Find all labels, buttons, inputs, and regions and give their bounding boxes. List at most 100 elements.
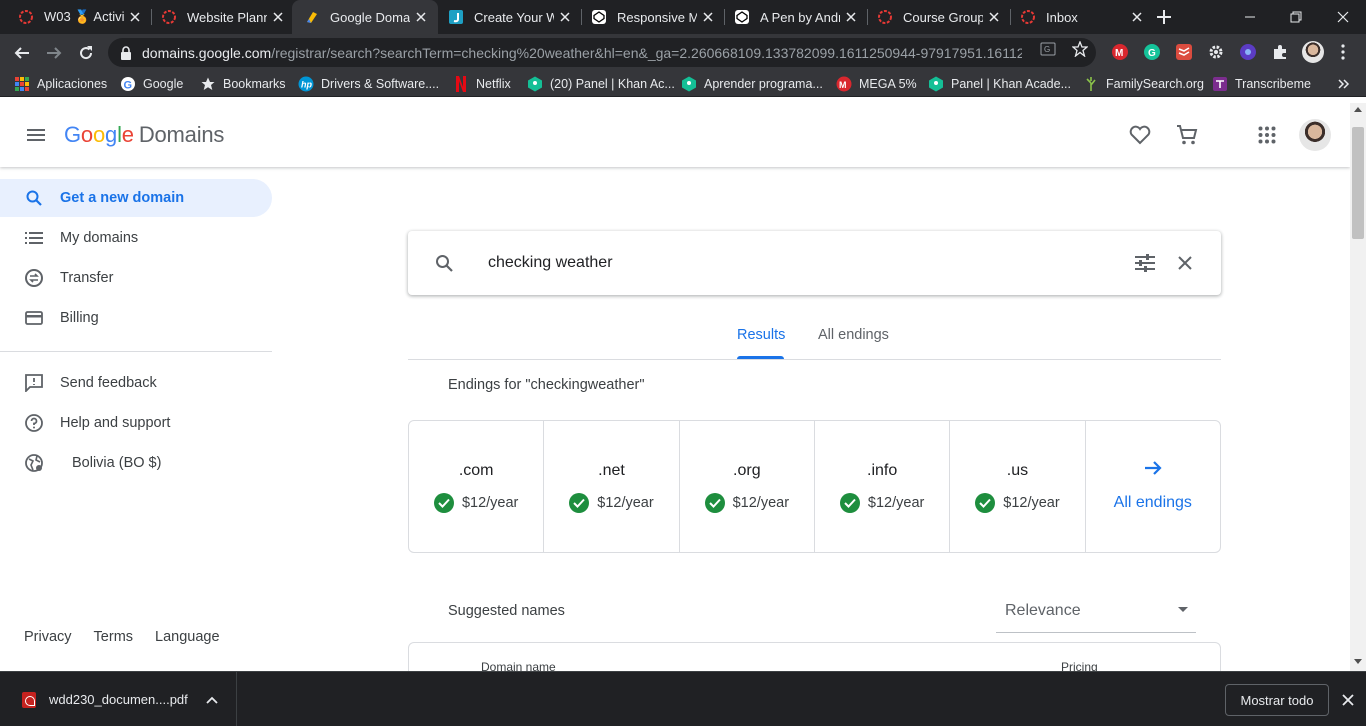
puzzle-icon[interactable]	[1271, 43, 1289, 61]
forward-button[interactable]	[40, 39, 68, 67]
khan-academy-icon	[527, 76, 543, 92]
close-icon[interactable]	[410, 6, 432, 28]
scrollbar-thumb[interactable]	[1352, 127, 1364, 239]
browser-tab[interactable]: Create Your W	[436, 0, 582, 34]
ending-card-com[interactable]: .com $12/year	[409, 421, 545, 552]
extension-purple-icon[interactable]	[1239, 43, 1257, 61]
sidebar-item-help[interactable]: Help and support	[0, 404, 272, 442]
sidebar-item-send-feedback[interactable]: Send feedback	[0, 364, 272, 402]
cart-icon[interactable]	[1175, 123, 1199, 147]
bookmark-transcribeme[interactable]: Transcribeme	[1212, 75, 1311, 93]
minimize-button[interactable]	[1227, 0, 1273, 34]
browser-tab[interactable]: A Pen by Andr	[722, 0, 868, 34]
chevron-up-icon[interactable]	[202, 690, 222, 710]
back-button[interactable]	[8, 39, 36, 67]
ending-card-info[interactable]: .info $12/year	[815, 421, 951, 552]
bookmark-label: Aplicaciones	[37, 77, 108, 91]
ending-card-net[interactable]: .net $12/year	[544, 421, 680, 552]
search-icon[interactable]	[432, 251, 456, 275]
close-icon	[1337, 11, 1349, 23]
red-ring-icon	[161, 9, 177, 25]
browser-tab[interactable]: Course Groups	[865, 0, 1011, 34]
heart-icon[interactable]	[1128, 123, 1152, 147]
bookmark-label: Aprender programa...	[704, 77, 823, 91]
bookmark-khan-2[interactable]: Aprender programa...	[681, 75, 823, 93]
bookmarks-overflow-button[interactable]	[1336, 75, 1359, 93]
bookmark-familysearch[interactable]: FamilySearch.org	[1083, 75, 1204, 93]
hamburger-menu-icon[interactable]	[24, 123, 48, 147]
sidebar-footer-links: Privacy Terms Language	[24, 629, 220, 645]
sidebar-item-currency[interactable]: Bolivia (BO $)	[0, 444, 272, 482]
todoist-extension-icon[interactable]	[1175, 43, 1193, 61]
ending-price-text: $12/year	[1003, 495, 1060, 511]
gear-icon[interactable]	[1207, 43, 1225, 61]
ending-tld: .org	[733, 462, 761, 479]
bookmark-drivers[interactable]: hp Drivers & Software....	[298, 75, 439, 93]
logo-letter: g	[105, 122, 118, 147]
close-icon[interactable]	[1126, 6, 1148, 28]
address-bar[interactable]: domains.google.com/registrar/search?sear…	[108, 38, 1096, 67]
star-icon[interactable]	[1071, 40, 1089, 58]
grammarly-extension-icon[interactable]: G	[1143, 43, 1161, 61]
browser-tab[interactable]: Responsive Me	[579, 0, 725, 34]
ending-price: $12/year	[409, 493, 543, 513]
bookmark-apps[interactable]: Aplicaciones	[14, 75, 107, 93]
google-domains-logo[interactable]: Google Domains	[64, 122, 224, 148]
privacy-link[interactable]: Privacy	[24, 629, 72, 645]
restore-button[interactable]	[1273, 0, 1319, 34]
clear-search-icon[interactable]	[1173, 251, 1197, 275]
sidebar-item-get-new-domain[interactable]: Get a new domain	[0, 179, 272, 217]
close-icon[interactable]	[1338, 690, 1358, 710]
sidebar-item-billing[interactable]: Billing	[0, 299, 272, 337]
apps-grid-icon[interactable]	[1255, 123, 1279, 147]
avatar[interactable]	[1299, 119, 1331, 151]
sidebar-divider	[0, 351, 272, 352]
sidebar-item-transfer[interactable]: Transfer	[0, 259, 272, 297]
window-close-button[interactable]	[1320, 0, 1366, 34]
mega-extension-icon[interactable]: M	[1111, 43, 1129, 61]
sort-select[interactable]: Relevance	[996, 593, 1196, 633]
bookmark-label: Panel | Khan Acade...	[951, 77, 1072, 91]
bookmark-netflix[interactable]: Netflix	[453, 75, 511, 93]
close-icon[interactable]	[267, 6, 289, 28]
ending-card-org[interactable]: .org $12/year	[680, 421, 815, 552]
bookmark-bookmarks[interactable]: Bookmarks	[200, 75, 286, 93]
page-scrollbar[interactable]	[1350, 103, 1366, 671]
filter-icon[interactable]	[1133, 251, 1157, 275]
close-icon[interactable]	[840, 6, 862, 28]
chevron-double-right-icon	[1336, 76, 1352, 92]
profile-avatar[interactable]	[1302, 41, 1324, 63]
codepen-icon	[591, 9, 607, 25]
reload-button[interactable]	[72, 39, 100, 67]
browser-tab[interactable]: Website Planni	[149, 0, 295, 34]
scroll-down-arrow-icon[interactable]	[1354, 659, 1362, 664]
kebab-menu-icon[interactable]	[1334, 43, 1352, 61]
close-icon[interactable]	[554, 6, 576, 28]
bookmark-google[interactable]: G Google	[120, 75, 183, 93]
translate-icon[interactable]: G	[1039, 40, 1057, 58]
domain-search-input[interactable]	[488, 249, 1088, 277]
new-tab-button[interactable]	[1151, 4, 1177, 30]
close-icon[interactable]	[983, 6, 1005, 28]
show-all-downloads-button[interactable]: Mostrar todo	[1225, 684, 1329, 716]
browser-tab-active[interactable]: Google Domai	[292, 0, 438, 34]
bookmark-khan-1[interactable]: (20) Panel | Khan Ac...	[527, 75, 675, 93]
download-item[interactable]: wdd230_documen....pdf	[0, 672, 237, 726]
browser-tab[interactable]: Inbox	[1008, 0, 1154, 34]
browser-tab[interactable]: W03 🏅 Activit	[6, 0, 152, 34]
terms-link[interactable]: Terms	[94, 629, 133, 645]
bookmark-mega[interactable]: M MEGA 5%	[836, 75, 917, 93]
scroll-up-arrow-icon[interactable]	[1354, 107, 1362, 112]
tab-results[interactable]: Results	[737, 327, 785, 343]
ending-card-us[interactable]: .us $12/year	[950, 421, 1086, 552]
close-icon[interactable]	[697, 6, 719, 28]
red-ring-icon	[18, 9, 34, 25]
all-endings-card[interactable]: All endings	[1086, 421, 1220, 552]
tab-all-endings[interactable]: All endings	[818, 327, 889, 343]
sidebar-item-my-domains[interactable]: My domains	[0, 219, 272, 257]
logo-letter: e	[121, 122, 134, 147]
restore-icon	[1290, 11, 1302, 23]
close-icon[interactable]	[124, 6, 146, 28]
language-link[interactable]: Language	[155, 629, 220, 645]
bookmark-khan-3[interactable]: Panel | Khan Acade...	[928, 75, 1071, 93]
